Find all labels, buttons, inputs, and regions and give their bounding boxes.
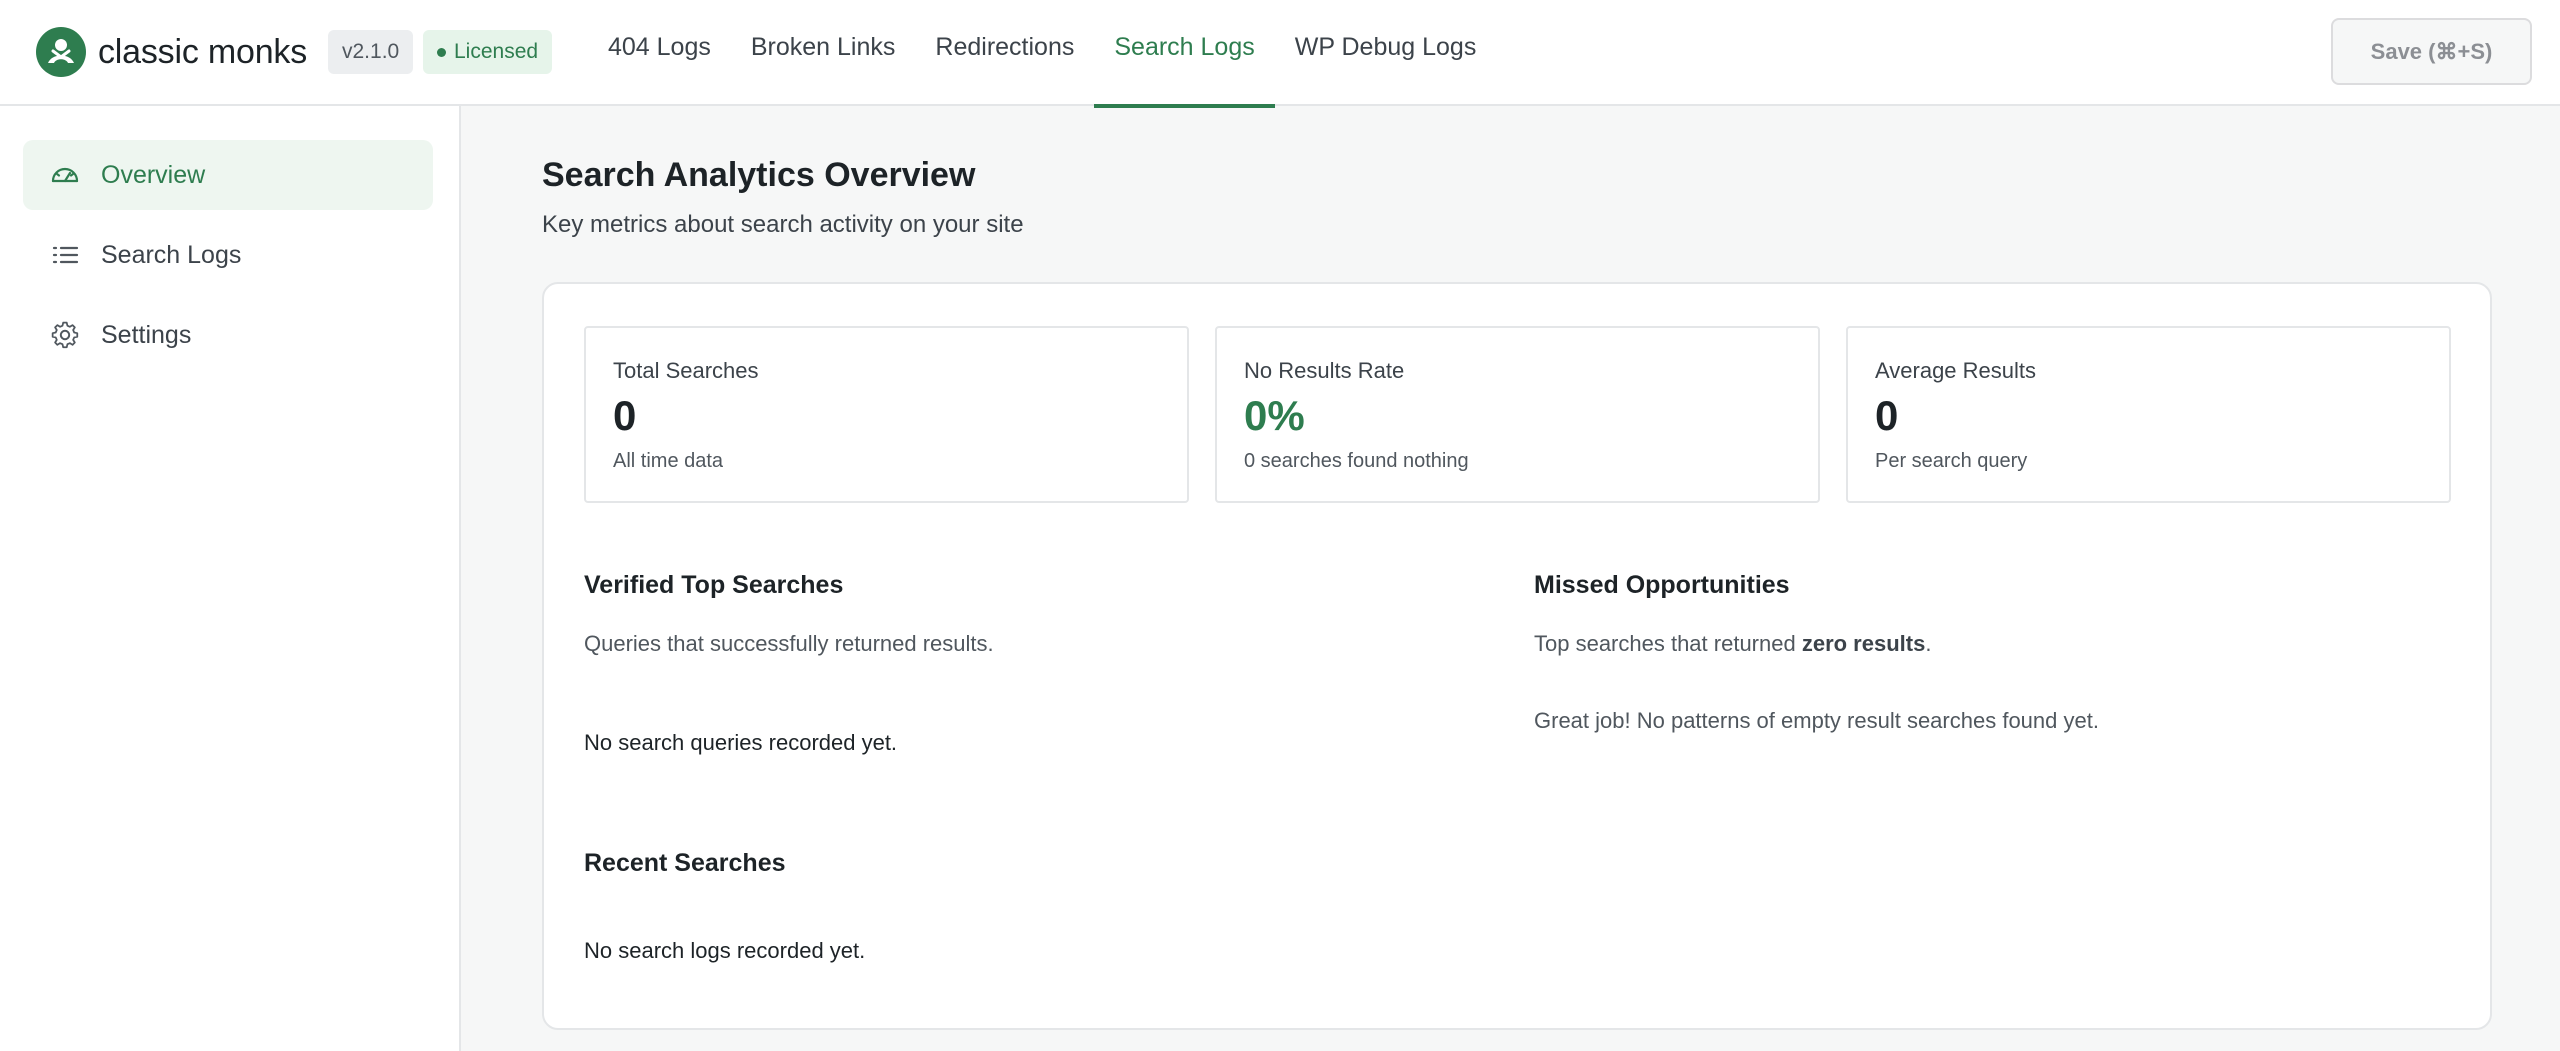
- stat-card-no-results-rate: No Results Rate 0% 0 searches found noth…: [1215, 326, 1820, 503]
- sidebar-item-label: Search Logs: [101, 240, 242, 269]
- top-bar: classic monks v2.1.0 Licensed 404 Logs B…: [0, 0, 2560, 108]
- license-status-label: Licensed: [454, 40, 539, 63]
- analytics-panel: Total Searches 0 All time data No Result…: [542, 282, 2492, 1030]
- gear-icon: [49, 319, 81, 351]
- stat-note: Per search query: [1875, 450, 2028, 472]
- sidebar-item-label: Overview: [101, 160, 206, 189]
- save-button[interactable]: Save (⌘+S): [2331, 18, 2532, 85]
- description-emphasis: zero results: [1801, 631, 1926, 656]
- version-badge: v2.1.0: [328, 30, 414, 74]
- top-searches-title: Verified Top Searches: [584, 571, 844, 599]
- main-nav: 404 Logs Broken Links Redirections Searc…: [588, 0, 1497, 108]
- tab-label: 404 Logs: [608, 32, 711, 61]
- gauge-icon: [49, 159, 81, 191]
- description-text: .: [1925, 631, 1932, 656]
- stat-note: 0 searches found nothing: [1244, 450, 1469, 472]
- tab-404-logs[interactable]: 404 Logs: [588, 0, 731, 106]
- tab-label: Search Logs: [1114, 32, 1255, 61]
- missed-opportunities-empty: Great job! No patterns of empty result s…: [1534, 708, 2099, 733]
- tab-broken-links[interactable]: Broken Links: [731, 0, 916, 106]
- description-text: Top searches that returned: [1534, 631, 1802, 656]
- stat-value: 0: [1875, 392, 1899, 439]
- tab-search-logs[interactable]: Search Logs: [1094, 0, 1276, 108]
- sidebar-item-search-logs[interactable]: Search Logs: [23, 220, 433, 290]
- stat-card-total-searches: Total Searches 0 All time data: [584, 326, 1189, 503]
- monk-figure-icon: [36, 27, 86, 77]
- brand[interactable]: classic monks: [36, 26, 307, 78]
- sidebar: Overview Search Logs Settings: [0, 106, 461, 1051]
- sidebar-item-settings[interactable]: Settings: [23, 300, 433, 370]
- stat-card-average-results: Average Results 0 Per search query: [1846, 326, 2451, 503]
- status-dot-icon: [437, 47, 446, 57]
- recent-searches-title: Recent Searches: [584, 849, 786, 877]
- top-searches-empty: No search queries recorded yet.: [584, 730, 898, 755]
- recent-searches-empty: No search logs recorded yet.: [584, 938, 866, 963]
- top-searches-description: Queries that successfully returned resul…: [584, 631, 994, 656]
- sidebar-item-label: Settings: [101, 320, 192, 349]
- tab-wp-debug-logs[interactable]: WP Debug Logs: [1275, 0, 1497, 106]
- license-badge: Licensed: [423, 30, 553, 74]
- tab-label: Redirections: [935, 32, 1075, 61]
- stat-value: 0%: [1244, 392, 1305, 439]
- tab-redirections[interactable]: Redirections: [915, 0, 1094, 106]
- list-icon: [49, 239, 81, 271]
- brand-name: classic monks: [98, 32, 308, 71]
- missed-opportunities-description: Top searches that returned zero results.: [1534, 631, 1931, 657]
- stat-value: 0: [613, 392, 637, 439]
- stat-label: Average Results: [1875, 358, 2037, 383]
- page-subtitle: Key metrics about search activity on you…: [542, 211, 1024, 238]
- stat-note: All time data: [613, 450, 724, 472]
- tab-label: WP Debug Logs: [1294, 32, 1477, 61]
- stat-label: Total Searches: [613, 358, 759, 383]
- page-title: Search Analytics Overview: [542, 156, 976, 194]
- tab-label: Broken Links: [750, 32, 896, 61]
- missed-opportunities-title: Missed Opportunities: [1534, 571, 1790, 599]
- stat-label: No Results Rate: [1244, 358, 1405, 383]
- sidebar-item-overview[interactable]: Overview: [23, 140, 433, 210]
